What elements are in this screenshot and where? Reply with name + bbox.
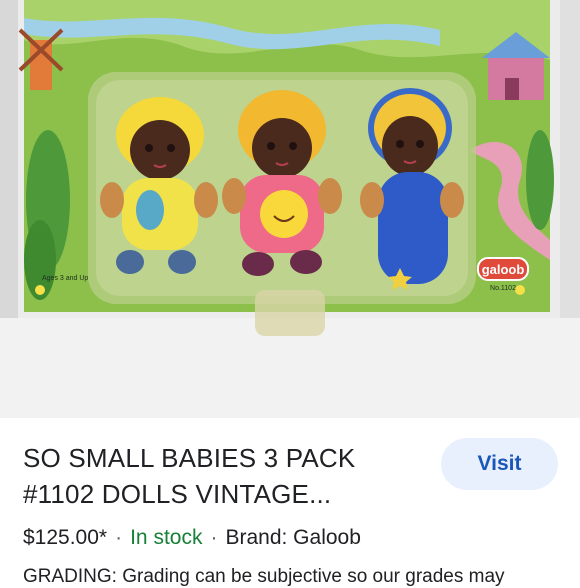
separator-dot: · <box>210 526 218 549</box>
brand: Brand: Galoob <box>225 526 361 549</box>
product-title-line1[interactable]: SO SMALL BABIES 3 PACK <box>23 440 423 476</box>
package-brand-text: galoob <box>482 262 525 277</box>
product-title[interactable]: SO SMALL BABIES 3 PACK #1102 DOLLS VINTA… <box>23 440 423 512</box>
product-photo: galoob No.1102 Ages 3 and Up <box>0 0 580 418</box>
price: $125.00* <box>23 526 108 549</box>
package-age-text: Ages 3 and Up <box>42 275 88 282</box>
product-title-line2[interactable]: #1102 DOLLS VINTAGE... <box>23 476 423 512</box>
visit-button[interactable]: Visit <box>441 438 558 490</box>
package-item-no: No.1102 <box>490 285 516 292</box>
product-image[interactable]: galoob No.1102 Ages 3 and Up <box>0 0 580 418</box>
separator-dot: · <box>115 526 123 549</box>
product-description: GRADING: Grading can be subjective so ou… <box>23 566 505 587</box>
stock-status: In stock <box>130 526 203 549</box>
product-meta: $125.00* · In stock · Brand: Galoob <box>23 526 361 550</box>
